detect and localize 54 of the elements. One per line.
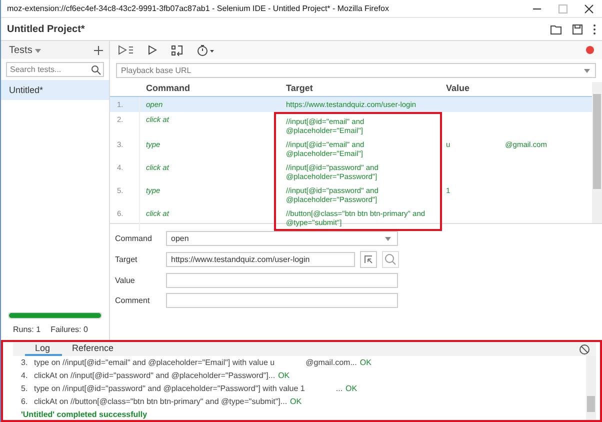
clear-icon[interactable] xyxy=(579,344,590,354)
panel-tab[interactable]: Reference xyxy=(62,342,126,356)
log-message: type on //input[@id="password" and @placeholder="Password"] with value 1 xyxy=(34,384,305,393)
field-label: Target xyxy=(115,255,138,264)
search-field[interactable]: Search tests... xyxy=(6,62,104,77)
log-number: 6. xyxy=(21,397,29,406)
field-label: Value xyxy=(115,276,136,285)
log-message: clickAt on //input[@id="password" and @placeholder="Password"]... xyxy=(34,371,276,380)
failures-count: Failures: 0 xyxy=(50,325,88,334)
status-text: OK xyxy=(290,397,302,406)
window-title: moz-extension://cf6ec4ef-34c8-43c2-9991-3fb07ac87ab1 - Selenium IDE - Untitled Project* - Mozilla Firefox xyxy=(7,4,390,13)
search-icon[interactable] xyxy=(91,64,101,74)
save-icon[interactable] xyxy=(572,24,583,34)
timer-icon[interactable] xyxy=(197,44,215,56)
folder-icon[interactable] xyxy=(550,24,562,34)
caret-icon xyxy=(385,236,391,240)
add-icon[interactable] xyxy=(94,46,103,54)
caret-icon xyxy=(584,68,590,72)
element-picker-icon[interactable] xyxy=(360,251,377,268)
column-header: Command xyxy=(145,83,192,95)
log-number: 5. xyxy=(21,384,29,393)
log-message: ... xyxy=(336,384,343,393)
base-url-field[interactable]: Playback base URL xyxy=(116,63,596,78)
step-icon[interactable] xyxy=(171,44,183,56)
text-field[interactable] xyxy=(166,293,398,308)
status-text: OK xyxy=(278,371,290,380)
log-number: 3. xyxy=(21,358,29,367)
command-select[interactable]: open xyxy=(166,231,398,246)
panel-tab[interactable]: Log xyxy=(25,342,62,356)
log-message: type on //input[@id="email" and @placeholder="Email"] with value u xyxy=(34,358,275,367)
more-icon[interactable] xyxy=(593,24,596,34)
runs-count: Runs: 1 xyxy=(13,325,41,334)
scrollbar[interactable] xyxy=(586,356,596,420)
target-field[interactable]: https://www.testandquiz.com/user-login xyxy=(166,252,355,267)
scrollbar[interactable] xyxy=(592,82,602,223)
log-message: clickAt on //button[@class="btn btn btn-primary" and @type="submit"]... xyxy=(34,397,288,406)
play-icon[interactable] xyxy=(148,45,157,55)
field-label: Command xyxy=(115,234,153,243)
close-icon[interactable] xyxy=(584,4,594,14)
caret-icon xyxy=(35,48,42,52)
record-icon[interactable] xyxy=(586,46,594,54)
run-all-icon[interactable] xyxy=(118,45,134,55)
log-number: 4. xyxy=(21,371,29,380)
project-title: Untitled Project* xyxy=(7,24,86,34)
column-header: Value xyxy=(445,83,471,95)
column-header: Target xyxy=(285,82,314,95)
text-field[interactable] xyxy=(166,273,398,288)
log-message: @gmail.com... xyxy=(306,358,357,367)
completion-message: 'Untitled' completed successfully xyxy=(21,408,148,420)
test-item[interactable]: Untitled* xyxy=(1,80,109,100)
field-label: Comment xyxy=(115,296,151,305)
tests-dropdown[interactable]: Tests xyxy=(9,44,42,56)
status-text: OK xyxy=(360,358,372,367)
status-text: OK xyxy=(346,384,358,393)
